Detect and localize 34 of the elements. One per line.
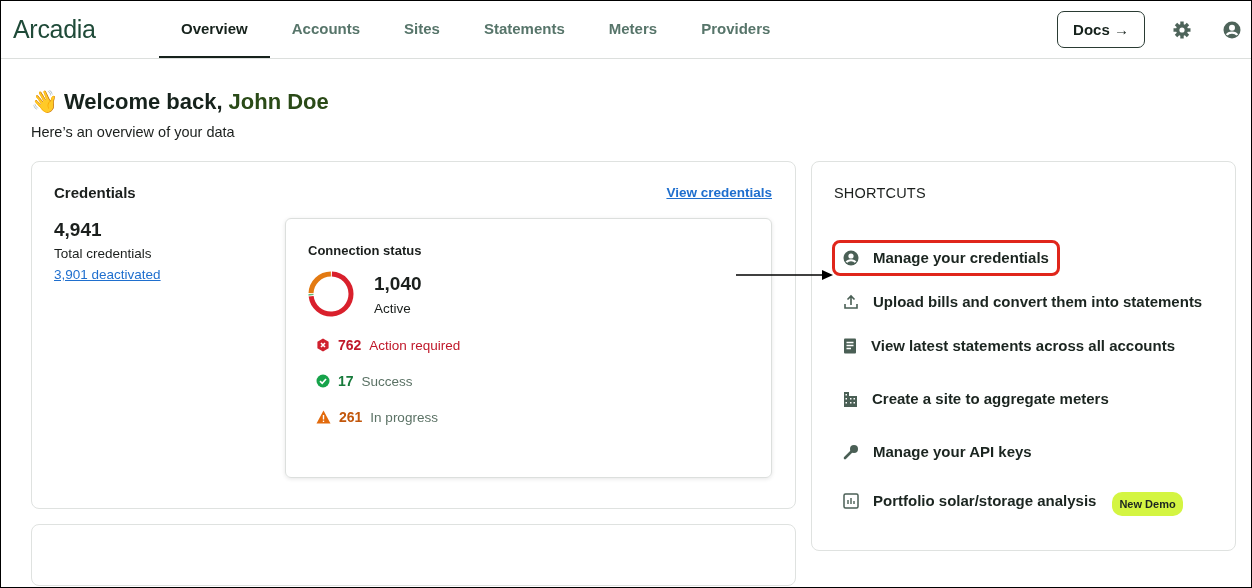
active-count: 1,040 <box>374 272 422 295</box>
status-count: 261 <box>339 409 363 425</box>
welcome-subtitle: Here’s an overview of your data <box>31 124 236 140</box>
total-label: Total credentials <box>54 246 152 261</box>
shortcut-item[interactable]: Upload bills and convert them into statements <box>832 284 1214 320</box>
nav-tab[interactable]: Meters <box>586 1 680 58</box>
status-label: Success <box>361 373 413 389</box>
view-credentials-link[interactable]: View credentials <box>666 185 772 200</box>
docs-button[interactable]: Docs → <box>1057 11 1145 48</box>
status-count: 762 <box>338 337 362 353</box>
nav-tab[interactable]: Accounts <box>269 1 383 58</box>
new-demo-badge: New Demo <box>1112 492 1183 516</box>
status-label: Action required <box>369 337 461 353</box>
nav-tab[interactable]: Sites <box>382 1 462 58</box>
user-name: John Doe <box>228 89 329 115</box>
status-label: In progress <box>370 409 438 425</box>
nav-tab[interactable]: Providers <box>679 1 793 58</box>
active-label: Active <box>374 300 412 316</box>
status-count: 17 <box>338 373 354 389</box>
nav-tab[interactable]: Statements <box>461 1 587 58</box>
shortcut-item[interactable]: Create a site to aggregate meters <box>832 381 1120 417</box>
waving-hand-emoji: 👋 <box>31 89 58 115</box>
welcome-heading: Welcome back, <box>64 89 223 115</box>
connection-status-title: Connection status <box>308 243 423 258</box>
total-count: 4,941 <box>54 219 102 241</box>
shortcut-item[interactable]: View latest statements across all accounts <box>832 328 1187 364</box>
shortcuts-heading: SHORTCUTS <box>834 185 926 201</box>
logo[interactable]: Arcadia <box>13 15 159 44</box>
shortcut-item[interactable]: Portfolio solar/storage analysis New Demo <box>832 483 1194 525</box>
card-title: Credentials <box>54 184 136 201</box>
shortcut-item[interactable]: Manage your credentials <box>832 240 1060 276</box>
deactivated-link[interactable]: 3,901 deactivated <box>54 267 161 282</box>
shortcut-item[interactable]: Manage your API keys <box>832 434 1043 470</box>
nav-tab[interactable]: Overview <box>159 1 270 58</box>
